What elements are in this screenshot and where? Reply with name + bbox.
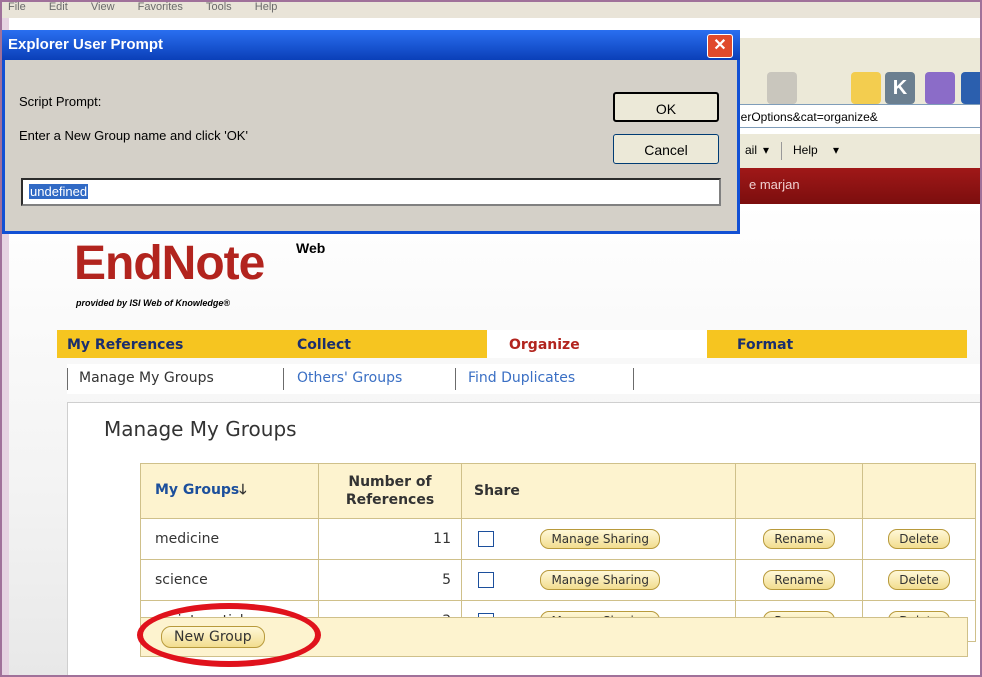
endnote-page: EndNote Web provided by ISI Web of Knowl…	[9, 204, 982, 677]
panel-title: Manage My Groups	[104, 417, 297, 441]
rename-button[interactable]: Rename	[763, 529, 835, 549]
tab-my-references[interactable]: My References	[57, 330, 282, 358]
column-my-groups[interactable]: My Groups🡓	[140, 463, 319, 519]
input-selected-text: undefined	[29, 184, 89, 199]
subnav-divider	[67, 368, 68, 390]
logo-web: Web	[296, 240, 326, 256]
group-count: 11	[318, 518, 462, 560]
subnav-divider	[633, 368, 634, 390]
group-name: medicine	[140, 518, 319, 560]
close-icon[interactable]: ✕	[707, 34, 733, 58]
dialog-title: Explorer User Prompt	[8, 36, 164, 53]
tab-format[interactable]: Format	[707, 330, 967, 358]
logo-tagline: provided by ISI Web of Knowledge®	[76, 298, 230, 308]
dialog-title-bar: Explorer User Prompt ✕	[2, 30, 740, 60]
browser-menubar: File Edit View Favorites Tools Help	[2, 2, 980, 18]
tab-collect[interactable]: Collect	[277, 330, 502, 358]
sub-navigation: Manage My Groups Others' Groups Find Dup…	[67, 364, 982, 394]
subnav-others-groups[interactable]: Others' Groups	[297, 370, 402, 386]
dialog-label-script-prompt: Script Prompt:	[19, 94, 102, 109]
menu-view[interactable]: View	[91, 2, 115, 13]
table-row: medicine 11 Manage Sharing Rename Delete	[140, 518, 976, 560]
ok-button[interactable]: OK	[613, 92, 719, 122]
menu-tools[interactable]: Tools	[206, 2, 232, 13]
cancel-button[interactable]: Cancel	[613, 134, 719, 164]
address-bar[interactable]: derOptions&cat=organize&	[729, 104, 982, 128]
delete-button[interactable]: Delete	[888, 529, 950, 549]
column-number-of-references: Number of References	[318, 463, 462, 519]
extra-toolbar-icon[interactable]	[961, 72, 982, 104]
explorer-user-prompt-dialog: Explorer User Prompt ✕ Script Prompt: En…	[2, 30, 740, 234]
group-name-input[interactable]: undefined	[21, 178, 721, 206]
table-row: science 5 Manage Sharing Rename Delete	[140, 559, 976, 601]
menu-favorites[interactable]: Favorites	[138, 2, 183, 13]
tab-organize[interactable]: Organize	[487, 330, 707, 358]
chevron-down-icon: ▾	[763, 143, 770, 157]
delete-button[interactable]: Delete	[888, 570, 950, 590]
k-icon[interactable]: K	[885, 72, 915, 104]
group-name: science	[140, 559, 319, 601]
mail-menu[interactable]: ail	[745, 143, 757, 157]
group-count: 5	[318, 559, 462, 601]
manage-sharing-button[interactable]: Manage Sharing	[540, 570, 660, 590]
help-menu[interactable]: Help	[793, 143, 818, 157]
column-delete	[862, 463, 976, 519]
messenger-icon[interactable]	[925, 72, 955, 104]
print-icon[interactable]	[767, 72, 797, 104]
menu-file[interactable]: File	[8, 2, 26, 13]
subnav-divider	[283, 368, 284, 390]
share-checkbox[interactable]	[478, 531, 494, 547]
dialog-label-instruction: Enter a New Group name and click 'OK'	[19, 128, 248, 143]
logo-text: EndNote	[74, 237, 265, 290]
menu-edit[interactable]: Edit	[49, 2, 68, 13]
subnav-find-duplicates[interactable]: Find Duplicates	[468, 370, 575, 386]
column-share: Share	[461, 463, 736, 519]
toolbar-divider	[781, 142, 782, 160]
endnote-logo: EndNote Web provided by ISI Web of Knowl…	[74, 236, 325, 308]
rename-button[interactable]: Rename	[763, 570, 835, 590]
main-tabs: My References Collect Organize Format	[57, 330, 972, 358]
table-header-row: My Groups🡓 Number of References Share	[140, 463, 976, 519]
subnav-divider	[455, 368, 456, 390]
manage-sharing-button[interactable]: Manage Sharing	[540, 529, 660, 549]
column-rename	[735, 463, 863, 519]
share-checkbox[interactable]	[478, 572, 494, 588]
subnav-manage-my-groups[interactable]: Manage My Groups	[79, 370, 214, 386]
chevron-down-icon: ▾	[833, 143, 840, 157]
highlight-circle	[137, 603, 321, 667]
menu-help[interactable]: Help	[255, 2, 278, 13]
sort-arrow-icon: 🡓	[239, 482, 247, 498]
folder-icon[interactable]	[851, 72, 881, 104]
user-name: e marjan	[749, 177, 800, 192]
